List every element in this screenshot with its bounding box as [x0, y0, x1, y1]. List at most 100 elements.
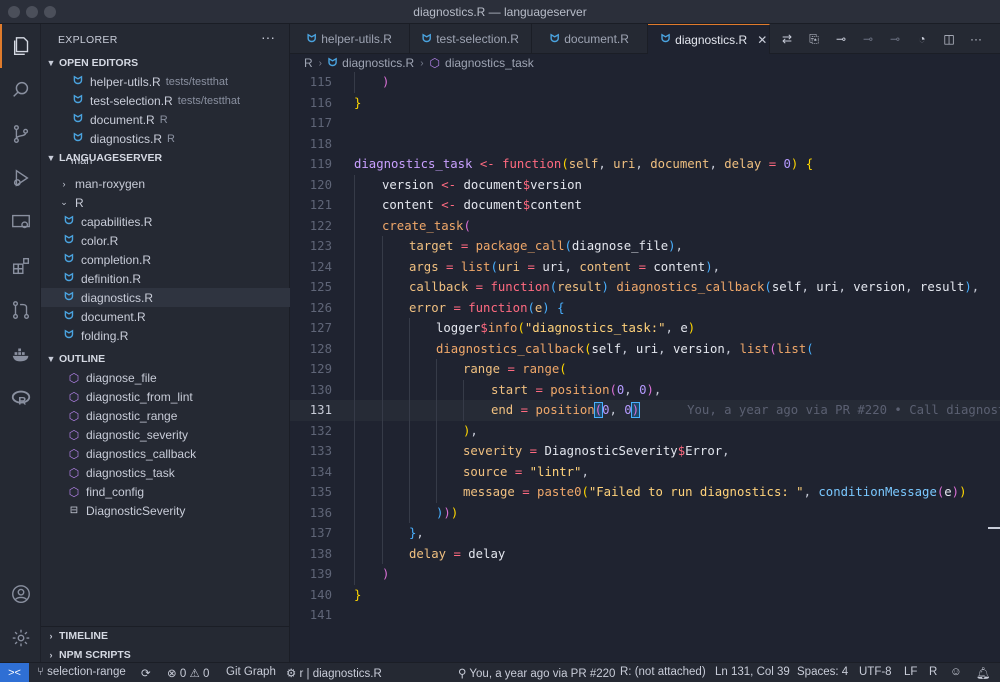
r-icon[interactable]: R	[0, 376, 41, 420]
open-changes-icon[interactable]: ⎘	[806, 31, 822, 47]
code-line: 139)	[290, 564, 1000, 585]
chevron-down-icon: ▼	[46, 353, 56, 364]
code-editor[interactable]: 115) 116} 117 118 119 diagnostics_task <-…	[290, 72, 1000, 662]
breadcrumb-file[interactable]: diagnostics.R	[342, 56, 414, 70]
git-blame-status[interactable]: ⚲ You, a year ago via PR #220	[458, 666, 615, 680]
folder-item-man-roxygen[interactable]: › man-roxygen	[41, 174, 290, 193]
more-actions-icon[interactable]: ···	[261, 29, 275, 45]
compare-changes-icon[interactable]: ⇄	[779, 31, 795, 47]
code-line: 121 content <- document$content	[290, 195, 1000, 216]
previous-change-icon[interactable]: ⊸	[860, 31, 876, 47]
file-item[interactable]: ᗢ color.R	[41, 231, 290, 250]
folder-item-man[interactable]: man	[41, 159, 290, 169]
r-file-icon: ᗢ	[64, 253, 74, 265]
chevron-down-icon: ▼	[46, 57, 56, 68]
indentation[interactable]: Spaces: 4	[797, 666, 848, 678]
timeline-icon[interactable]: ◔	[914, 31, 930, 47]
tab-helper-utils[interactable]: ᗢ helper-utils.R	[290, 24, 410, 54]
docker-icon[interactable]	[0, 332, 41, 376]
git-branch[interactable]: ⑂ selection-range	[37, 666, 126, 678]
next-change-icon[interactable]: ⊸	[887, 31, 903, 47]
extensions-icon[interactable]	[0, 244, 41, 288]
sidebar: EXPLORER ··· ▼ OPEN EDITORS ᗢ helper-utils…	[41, 24, 290, 662]
git-commit-icon[interactable]: ⊸	[833, 31, 849, 47]
remote-indicator-icon[interactable]: ><	[0, 663, 29, 682]
r-file-icon: ᗢ	[73, 94, 83, 106]
code-line: 135 message = paste0("Failed to run diagn…	[290, 482, 1000, 503]
split-editor-icon[interactable]: ◫	[941, 31, 957, 47]
cursor-position[interactable]: Ln 131, Col 39	[715, 666, 790, 678]
code-line-current: 131 end = position(0, 0) You, a year ago v…	[290, 400, 1000, 421]
r-file-icon: ᗢ	[64, 310, 74, 322]
code-line: 130 start = position(0, 0),	[290, 379, 1000, 400]
outline-item[interactable]: ⬡ find_config	[41, 482, 290, 501]
variable-icon: ⊟	[69, 505, 79, 516]
method-cube-icon: ⬡	[429, 56, 441, 70]
close-tab-icon[interactable]: ✕	[757, 33, 767, 47]
git-graph-button[interactable]: Git Graph	[226, 666, 276, 678]
open-editor-item[interactable]: ᗢ document.R R	[41, 110, 290, 129]
account-icon[interactable]	[0, 572, 41, 616]
problems-status[interactable]: ⊗ 0 ⚠ 0	[167, 666, 209, 680]
outline-item[interactable]: ⊟ DiagnosticSeverity	[41, 501, 290, 520]
open-editor-item[interactable]: ᗢ helper-utils.R tests/testthat	[41, 72, 290, 91]
file-item-selected[interactable]: ᗢ diagnostics.R	[41, 288, 290, 307]
method-cube-icon: ⬡	[68, 484, 80, 499]
file-item[interactable]: ᗢ completion.R	[41, 250, 290, 269]
pull-requests-icon[interactable]	[0, 288, 41, 332]
outline-item[interactable]: ⬡ diagnostics_task	[41, 463, 290, 482]
tab-diagnostics[interactable]: ᗢ diagnostics.R ✕	[648, 24, 770, 54]
file-item[interactable]: ᗢ definition.R	[41, 269, 290, 288]
remote-explorer-icon[interactable]	[0, 200, 41, 244]
outline-item[interactable]: ⬡ diagnose_file	[41, 368, 290, 387]
explorer-icon[interactable]	[0, 24, 41, 68]
tab-test-selection[interactable]: ᗢ test-selection.R	[410, 24, 532, 54]
r-context[interactable]: ⚙ r | diagnostics.R	[286, 666, 382, 680]
method-cube-icon: ⬡	[68, 427, 80, 442]
code-line: 136)))	[290, 502, 1000, 523]
code-line: 134 source = "lintr",	[290, 461, 1000, 482]
code-line: 119 diagnostics_task <- function(self, ur…	[309, 157, 814, 172]
file-item[interactable]: ᗢ folding.R	[41, 326, 290, 345]
line-ending[interactable]: LF	[904, 666, 917, 678]
outline-item[interactable]: ⬡ diagnostic_from_lint	[41, 387, 290, 406]
code-line: 123 target = package_call(diagnose_file),	[290, 236, 1000, 257]
open-editor-item[interactable]: ᗢ diagnostics.R R	[41, 129, 290, 148]
code-line: 133 severity = DiagnosticSeverity$Error,	[290, 441, 1000, 462]
folder-item-r[interactable]: ⌄ R	[41, 193, 290, 212]
run-debug-icon[interactable]	[0, 156, 41, 200]
source-control-icon[interactable]	[0, 112, 41, 156]
error-icon: ⊗	[167, 668, 180, 680]
breadcrumb: R › ᗢ diagnostics.R › ⬡ diagnostics_task	[290, 54, 1000, 72]
settings-gear-icon[interactable]	[0, 616, 41, 660]
outline-item[interactable]: ⬡ diagnostics_callback	[41, 444, 290, 463]
code-line: 116}	[309, 95, 362, 110]
timeline-header[interactable]: › TIMELINE	[41, 626, 290, 645]
outline-item[interactable]: ⬡ diagnostic_severity	[41, 425, 290, 444]
status-bar: >< ⑂ selection-range ⟳ ⊗ 0 ⚠ 0 Git Graph…	[0, 662, 1000, 682]
file-item[interactable]: ᗢ document.R	[41, 307, 290, 326]
encoding[interactable]: UTF-8	[859, 666, 892, 678]
sync-icon[interactable]: ⟳	[141, 666, 151, 680]
more-actions-icon[interactable]: ···	[968, 31, 984, 47]
r-session-status[interactable]: R: (not attached)	[620, 666, 706, 678]
outline-header[interactable]: ▼ OUTLINE	[41, 349, 290, 368]
tab-document[interactable]: ᗢ document.R	[532, 24, 648, 54]
breadcrumb-folder[interactable]: R	[304, 56, 313, 70]
code-line: 140}	[309, 587, 362, 602]
open-editors-header[interactable]: ▼ OPEN EDITORS	[41, 53, 290, 72]
breadcrumb-symbol[interactable]: diagnostics_task	[445, 56, 534, 70]
svg-text:R: R	[18, 395, 26, 407]
notifications-bell-icon[interactable]: 🔔︎	[976, 666, 991, 680]
chevron-right-icon: ›	[420, 57, 424, 69]
open-editor-item[interactable]: ᗢ test-selection.R tests/testthat	[41, 91, 290, 110]
scrollbar-marker[interactable]	[988, 527, 1000, 529]
chevron-right-icon: ›	[49, 649, 53, 660]
r-file-icon: ᗢ	[550, 32, 560, 45]
feedback-icon[interactable]: ☺	[950, 666, 962, 678]
search-icon[interactable]	[0, 68, 41, 112]
file-item[interactable]: ᗢ capabilities.R	[41, 212, 290, 231]
chevron-right-icon: ›	[62, 178, 66, 189]
outline-item[interactable]: ⬡ diagnostic_range	[41, 406, 290, 425]
language-mode[interactable]: R	[929, 666, 937, 678]
